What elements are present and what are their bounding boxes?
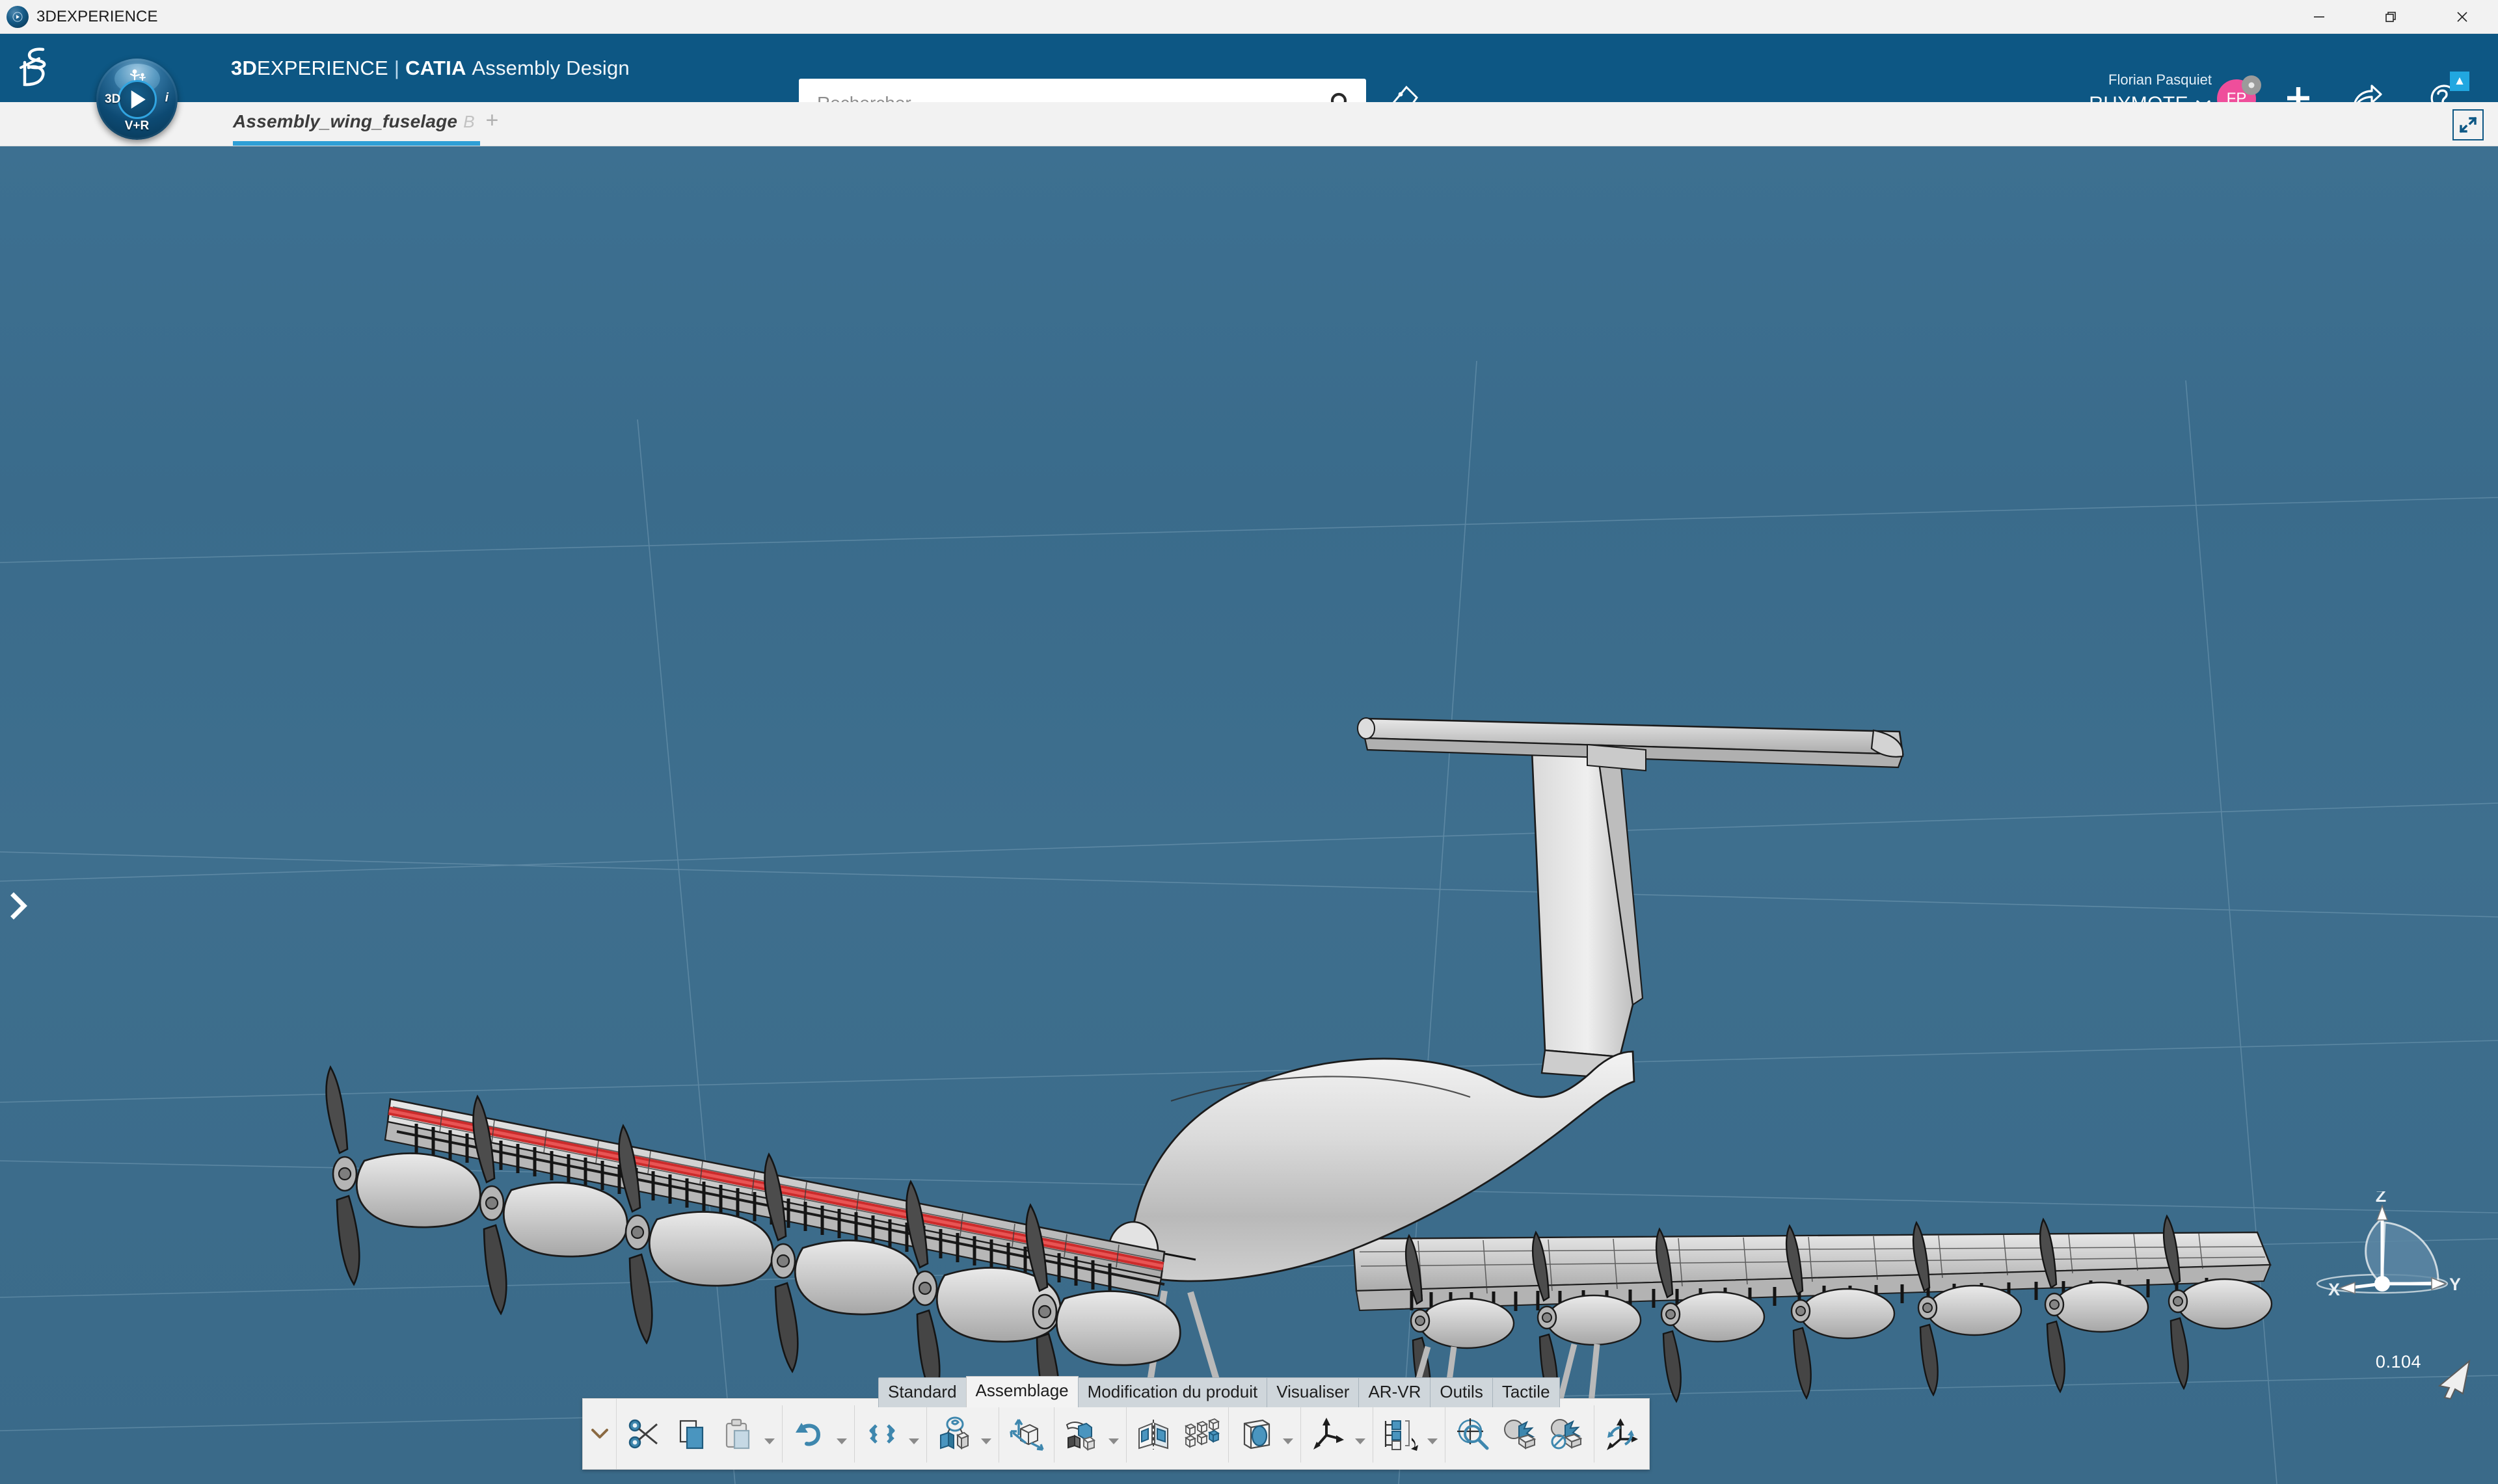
app-title-experience: EXPERIENCE xyxy=(257,56,388,79)
section-options-caret[interactable] xyxy=(1280,1405,1296,1463)
cycle-arrows-icon[interactable] xyxy=(859,1405,906,1463)
restore-icon[interactable] xyxy=(2355,0,2426,34)
analysis-tool-group xyxy=(1445,1399,1594,1469)
tab-tactile[interactable]: Tactile xyxy=(1492,1377,1560,1407)
mouse-pointer-icon xyxy=(2429,1352,2475,1407)
duplicate-tool-group xyxy=(1127,1399,1228,1469)
tab-ar-vr[interactable]: AR-VR xyxy=(1358,1377,1431,1407)
constraint-options-caret[interactable] xyxy=(978,1405,995,1463)
compass-play-icon xyxy=(131,90,146,109)
3d-viewport[interactable]: Z Y X 0.104 xyxy=(0,146,2498,1484)
collapse-arrows-icon[interactable] xyxy=(2452,109,2484,140)
clash-burst-icon[interactable] xyxy=(1496,1405,1543,1463)
action-bar xyxy=(582,1398,1650,1470)
compass-label-vr: V+R xyxy=(124,119,150,133)
clipboard-icon[interactable] xyxy=(714,1405,761,1463)
compass-label-3d: 3D xyxy=(105,92,121,106)
active-tab-underline xyxy=(233,141,481,146)
add-tab-button[interactable]: + xyxy=(486,108,499,139)
axis-label-z: Z xyxy=(2376,1191,2387,1206)
axis-tool-group xyxy=(1301,1399,1373,1469)
minimize-icon[interactable] xyxy=(2283,0,2355,34)
undo-options-caret[interactable] xyxy=(833,1405,850,1463)
paste-options-caret[interactable] xyxy=(761,1405,778,1463)
app-title-3d: 3D xyxy=(231,56,258,79)
snap-tool-group xyxy=(1054,1399,1126,1469)
chevron-down-icon[interactable] xyxy=(583,1399,617,1469)
dassault-systemes-logo xyxy=(14,46,65,91)
3dexperience-compass-icon xyxy=(7,5,29,28)
help-alert-badge[interactable]: ▲ xyxy=(2450,72,2469,91)
tab-standard[interactable]: Standard xyxy=(878,1377,967,1407)
close-icon[interactable] xyxy=(2426,0,2498,34)
section-box-icon[interactable] xyxy=(1233,1405,1280,1463)
manipulate-tool-group xyxy=(999,1399,1054,1469)
move-cube-arrows-icon[interactable] xyxy=(1003,1405,1050,1463)
cad-model-scene xyxy=(0,360,2498,1484)
axis-options-caret[interactable] xyxy=(1352,1405,1369,1463)
clipboard-tool-group xyxy=(617,1399,782,1469)
structure-options-caret[interactable] xyxy=(1424,1405,1441,1463)
compass-label-i: i xyxy=(165,91,168,105)
document-tab[interactable]: Assembly_wing_fuselage B + xyxy=(233,108,502,146)
app-title-catia: CATIA xyxy=(405,56,466,79)
action-bar-tabs: Standard Assemblage Modification du prod… xyxy=(878,1376,1560,1407)
avatar-status-badge xyxy=(2242,75,2261,95)
undo-tool-group xyxy=(783,1399,854,1469)
link-cubes-icon[interactable] xyxy=(931,1405,978,1463)
axis-arrows-icon[interactable] xyxy=(1305,1405,1352,1463)
window-controls xyxy=(2283,0,2498,34)
app-title: 3DEXPERIENCE | CATIA Assembly Design xyxy=(231,57,630,80)
axis-tripod[interactable]: Z Y X xyxy=(2304,1186,2461,1328)
tree-nodes-icon[interactable] xyxy=(1377,1405,1424,1463)
document-tab-name: Assembly_wing_fuselage xyxy=(233,111,458,131)
left-wing-assembly xyxy=(325,1065,1181,1424)
tab-outils[interactable]: Outils xyxy=(1430,1377,1493,1407)
axis-label-y: Y xyxy=(2449,1275,2460,1294)
rotate-axes-icon[interactable] xyxy=(1598,1405,1645,1463)
app-title-module: Assembly Design xyxy=(472,56,630,79)
tab-assemblage[interactable]: Assemblage xyxy=(965,1376,1079,1407)
scissors-icon[interactable] xyxy=(621,1405,667,1463)
hand-cube-icon[interactable] xyxy=(1058,1405,1105,1463)
window-title: 3DEXPERIENCE xyxy=(36,7,158,25)
rotate-tool-group xyxy=(1594,1399,1649,1469)
copy-pages-icon[interactable] xyxy=(667,1405,714,1463)
app-title-separator: | xyxy=(394,56,400,79)
section-tool-group xyxy=(1229,1399,1300,1469)
tab-visualiser[interactable]: Visualiser xyxy=(1267,1377,1360,1407)
document-tab-strip: Assembly_wing_fuselage B + xyxy=(0,102,2498,146)
mirror-cubes-icon[interactable] xyxy=(1131,1405,1177,1463)
snap-options-caret[interactable] xyxy=(1105,1405,1122,1463)
undo-arrow-icon[interactable] xyxy=(786,1405,833,1463)
pattern-cubes-icon[interactable] xyxy=(1177,1405,1224,1463)
document-tab-suffix: B xyxy=(463,112,475,131)
constraint-tool-group xyxy=(927,1399,999,1469)
app-header: 3D i V+R 3DEXPERIENCE | CATIA Assembly Des… xyxy=(0,34,2498,140)
3dexperience-compass-button[interactable]: 3D i V+R xyxy=(96,59,178,140)
axis-label-x: X xyxy=(2328,1280,2340,1299)
clash-burst-disabled-icon[interactable] xyxy=(1543,1405,1590,1463)
user-name: Florian Pasquiet xyxy=(2108,72,2212,88)
chevron-right-icon[interactable] xyxy=(5,888,31,924)
update-tool-group xyxy=(855,1399,926,1469)
compass-inner-ring xyxy=(117,79,157,119)
update-options-caret[interactable] xyxy=(906,1405,922,1463)
structure-tool-group xyxy=(1373,1399,1445,1469)
tab-modification-du-produit[interactable]: Modification du produit xyxy=(1077,1377,1268,1407)
magnifier-target-icon[interactable] xyxy=(1449,1405,1496,1463)
window-title-bar: 3DEXPERIENCE xyxy=(0,0,2498,34)
view-scale-value: 0.104 xyxy=(2375,1352,2421,1371)
